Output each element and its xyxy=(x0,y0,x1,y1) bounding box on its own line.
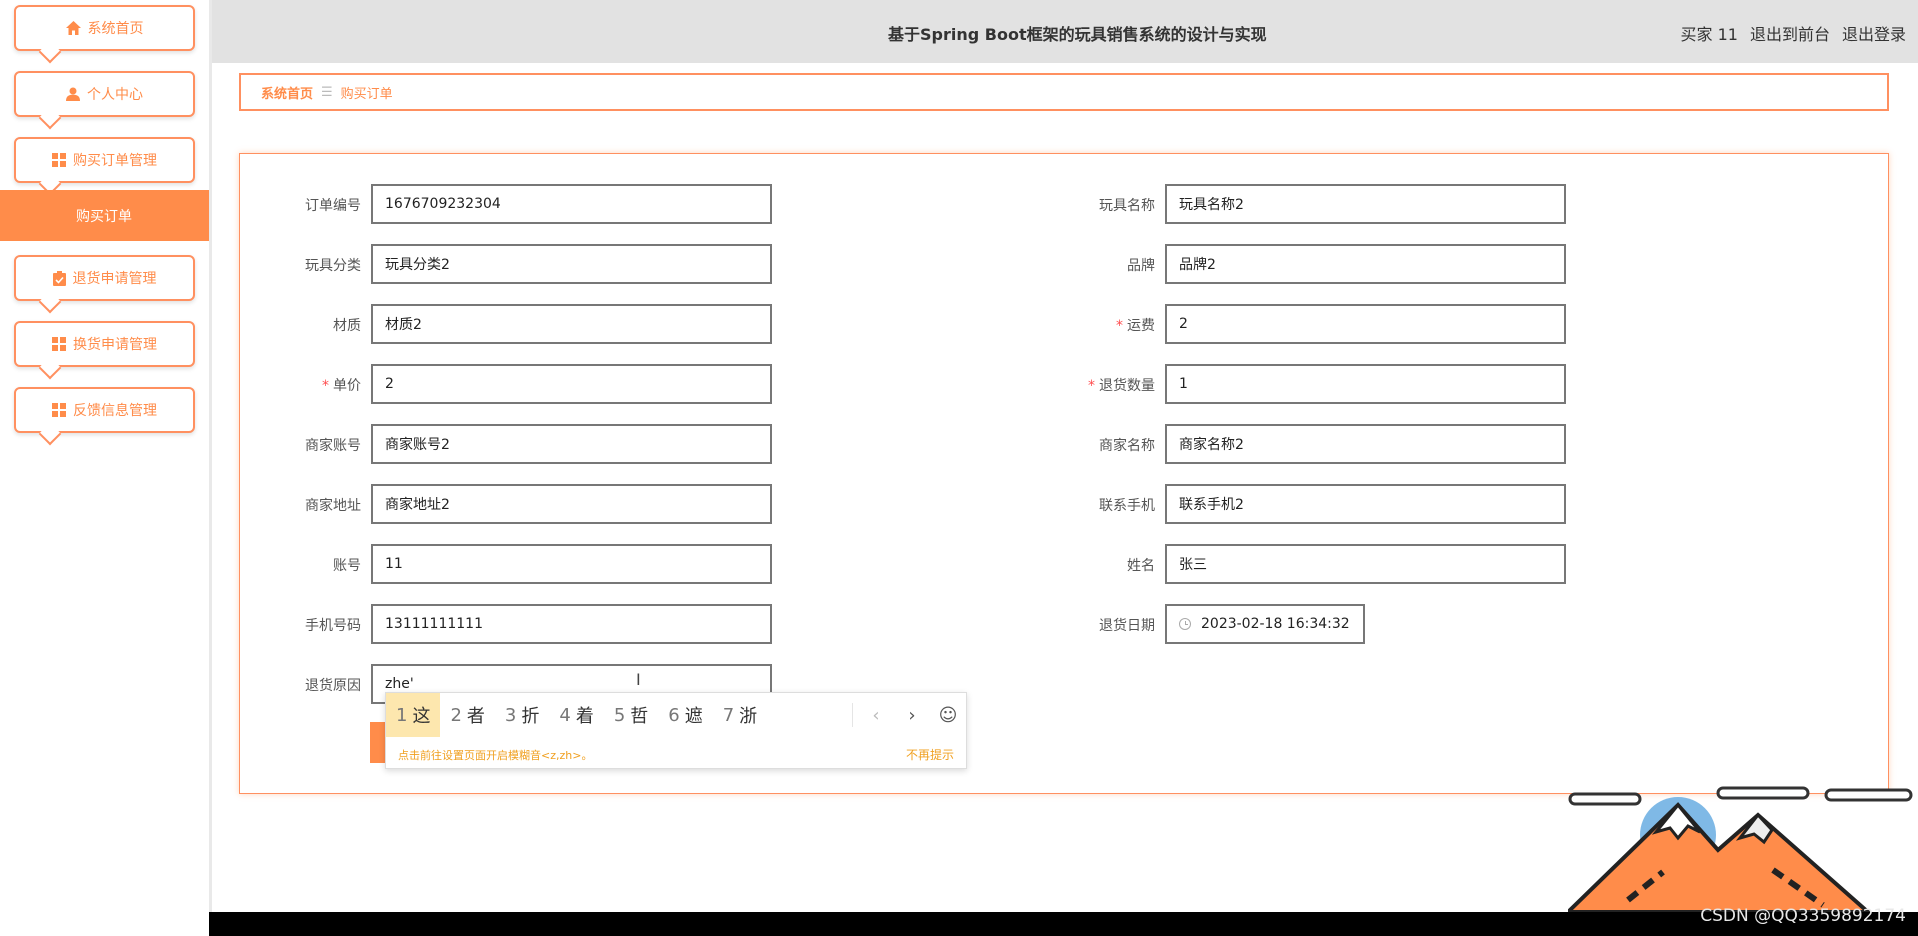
return-date-value: 2023-02-18 16:34:32 xyxy=(1201,616,1350,632)
back-to-front-link[interactable]: 退出到前台 xyxy=(1750,21,1830,45)
top-header: 基于Spring Boot框架的玩具销售系统的设计与实现 买家 11 退出到前台… xyxy=(212,0,1918,63)
page-title: 基于Spring Boot框架的玩具销售系统的设计与实现 xyxy=(888,25,1267,44)
user-icon xyxy=(66,87,80,101)
return-reason-label: 退货原因 xyxy=(305,678,361,694)
ime-candidate[interactable]: 6遮 xyxy=(658,693,712,737)
unit-price-label: * 单价 xyxy=(322,378,361,394)
ime-dismiss-link[interactable]: 不再提示 xyxy=(906,746,954,763)
toy-category-label: 玩具分类 xyxy=(305,258,361,274)
merchant-address-label: 商家地址 xyxy=(305,498,361,514)
mobile-label: 手机号码 xyxy=(305,618,361,634)
clipboard-icon xyxy=(52,270,66,286)
clock-icon xyxy=(1179,618,1191,630)
brand-label: 品牌 xyxy=(1127,258,1155,274)
shipping-label: * 运费 xyxy=(1116,318,1155,334)
breadcrumb-current: 购买订单 xyxy=(340,86,393,102)
sidebar-item-label: 反馈信息管理 xyxy=(73,403,157,419)
merchant-account-label: 商家账号 xyxy=(305,438,361,454)
breadcrumb: 系统首页 ☰ 购买订单 xyxy=(239,73,1889,111)
grid-icon xyxy=(52,337,66,351)
sidebar-item-exchange-management[interactable]: 换货申请管理 xyxy=(14,321,195,367)
ime-candidate[interactable]: 2者 xyxy=(440,693,494,737)
ime-tip[interactable]: 点击前往设置页面开启模糊音<z,zh>。 xyxy=(398,747,592,763)
sidebar-item-home[interactable]: 系统首页 xyxy=(14,5,195,51)
merchant-address-input[interactable]: 商家地址2 xyxy=(371,484,772,524)
contact-phone-label: 联系手机 xyxy=(1099,498,1155,514)
ime-candidate[interactable]: 7浙 xyxy=(713,693,767,737)
toy-name-label: 玩具名称 xyxy=(1099,198,1155,214)
ime-candidate-list: 1这 2者 3折 4着 5哲 6遮 7浙 xyxy=(386,693,767,737)
unit-price-input[interactable]: 2 xyxy=(371,364,772,404)
sidebar: 系统首页 个人中心 购买订单管理 购买订单 退货申请管理 换货申请管理 反馈信息… xyxy=(0,0,209,936)
order-no-input[interactable]: 1676709232304 xyxy=(371,184,772,224)
sidebar-item-profile[interactable]: 个人中心 xyxy=(14,71,195,117)
sidebar-item-label: 换货申请管理 xyxy=(73,337,157,353)
mountain-decoration xyxy=(1568,786,1913,914)
home-icon xyxy=(65,21,81,35)
return-date-picker[interactable]: 2023-02-18 16:34:32 xyxy=(1165,604,1365,644)
sidebar-divider xyxy=(209,0,212,936)
ime-candidate[interactable]: 3折 xyxy=(495,693,549,737)
ime-prev-page-icon[interactable]: ‹ xyxy=(858,705,894,726)
account-label: 账号 xyxy=(333,558,361,574)
text-cursor-icon: I xyxy=(636,670,641,689)
material-input[interactable]: 材质2 xyxy=(371,304,772,344)
toy-category-input[interactable]: 玩具分类2 xyxy=(371,244,772,284)
sidebar-item-label: 购买订单管理 xyxy=(73,153,157,169)
sidebar-item-feedback-management[interactable]: 反馈信息管理 xyxy=(14,387,195,433)
logout-link[interactable]: 退出登录 xyxy=(1842,21,1906,45)
account-input[interactable]: 11 xyxy=(371,544,772,584)
return-date-label: 退货日期 xyxy=(1099,618,1155,634)
ime-emoji-icon[interactable]: ☺ xyxy=(930,705,966,726)
sidebar-item-label: 退货申请管理 xyxy=(72,271,157,287)
return-qty-label: * 退货数量 xyxy=(1088,378,1155,394)
sidebar-subitem-purchase-orders[interactable]: 购买订单 xyxy=(0,190,209,241)
breadcrumb-home[interactable]: 系统首页 xyxy=(261,83,313,102)
merchant-account-input[interactable]: 商家账号2 xyxy=(371,424,772,464)
sidebar-subitem-label: 购买订单 xyxy=(76,208,132,225)
merchant-name-label: 商家名称 xyxy=(1099,438,1155,454)
ime-nav: ‹ › ☺ xyxy=(858,693,966,737)
sidebar-item-order-management[interactable]: 购买订单管理 xyxy=(14,137,195,183)
grid-icon xyxy=(52,403,66,417)
ime-candidate[interactable]: 1这 xyxy=(386,693,441,737)
ime-next-page-icon[interactable]: › xyxy=(894,705,930,726)
watermark: CSDN @QQ3359892174 xyxy=(1700,906,1906,926)
sidebar-item-return-management[interactable]: 退货申请管理 xyxy=(14,255,195,301)
mobile-input[interactable]: 13111111111 xyxy=(371,604,772,644)
sidebar-item-label: 系统首页 xyxy=(87,21,144,37)
ime-candidate[interactable]: 4着 xyxy=(549,693,603,737)
ime-divider xyxy=(852,703,853,727)
sidebar-item-label: 个人中心 xyxy=(87,87,143,103)
name-input[interactable]: 张三 xyxy=(1165,544,1566,584)
brand-input[interactable]: 品牌2 xyxy=(1165,244,1566,284)
header-actions: 买家 11 退出到前台 退出登录 xyxy=(1681,21,1906,45)
order-no-label: 订单编号 xyxy=(305,198,361,214)
material-label: 材质 xyxy=(333,318,361,334)
ime-candidate-window: 1这 2者 3折 4着 5哲 6遮 7浙 ‹ › ☺ 点击前往设置页面开启模糊音… xyxy=(385,692,967,769)
grid-icon xyxy=(52,153,66,167)
name-label: 姓名 xyxy=(1127,558,1155,574)
contact-phone-input[interactable]: 联系手机2 xyxy=(1165,484,1566,524)
toy-name-input[interactable]: 玩具名称2 xyxy=(1165,184,1566,224)
current-user: 买家 11 xyxy=(1680,25,1738,44)
breadcrumb-separator: ☰ xyxy=(321,84,333,100)
shipping-input[interactable]: 2 xyxy=(1165,304,1566,344)
return-qty-input[interactable]: 1 xyxy=(1165,364,1566,404)
bottom-bar xyxy=(209,912,1918,936)
ime-candidate[interactable]: 5哲 xyxy=(604,693,658,737)
merchant-name-input[interactable]: 商家名称2 xyxy=(1165,424,1566,464)
